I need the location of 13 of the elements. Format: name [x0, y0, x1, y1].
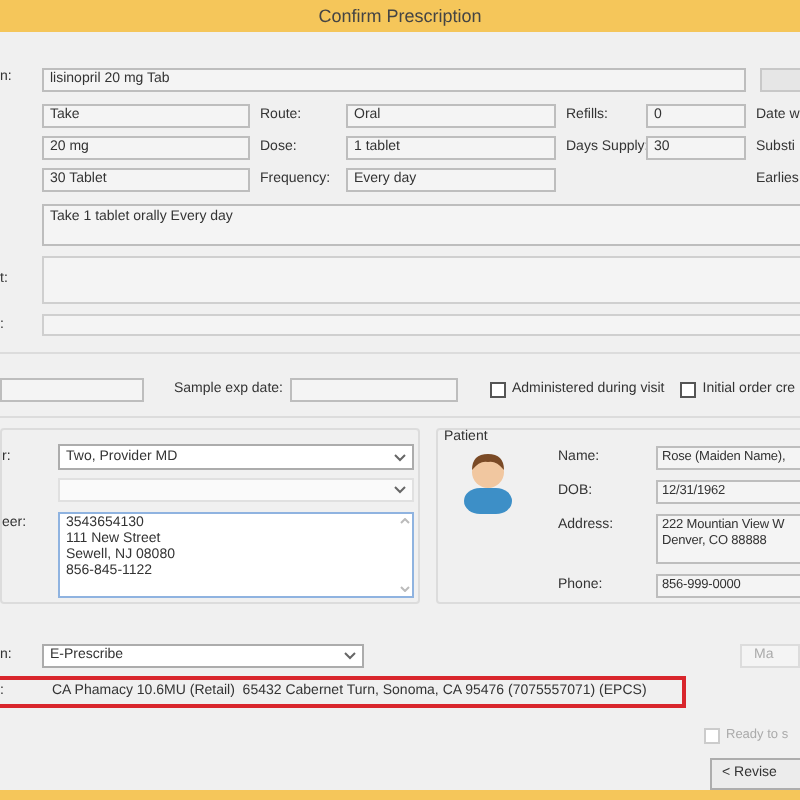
text-field[interactable] — [0, 378, 144, 402]
scroll-down-icon — [399, 586, 409, 592]
checkbox[interactable] — [680, 382, 697, 398]
text-field[interactable] — [42, 314, 800, 336]
chevron-down-icon — [394, 486, 406, 494]
scroll-up-icon — [399, 518, 409, 524]
notes-field[interactable] — [42, 256, 800, 304]
checkbox[interactable] — [490, 382, 506, 398]
chevron-down-icon — [394, 453, 406, 461]
window-title: Confirm Prescription — [318, 6, 482, 26]
person-icon — [462, 450, 514, 514]
chevron-down-icon — [344, 652, 356, 660]
date-field[interactable] — [290, 378, 458, 402]
